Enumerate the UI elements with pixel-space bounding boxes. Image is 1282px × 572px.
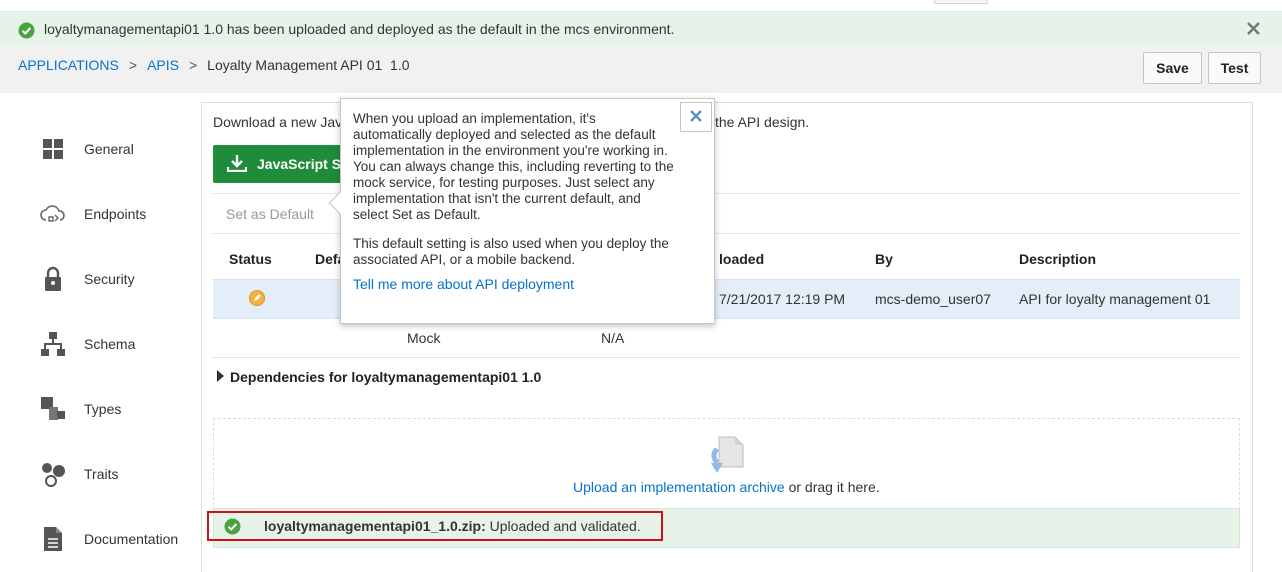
popup-paragraph: When you upload an implementation, it's … [353, 111, 674, 222]
download-text-start: Download a new Jav [213, 114, 343, 130]
upload-file-icon [707, 435, 747, 478]
upload-status: Uploaded and validated. [489, 518, 641, 534]
breadcrumb-separator: > [188, 57, 198, 73]
sidebar-item-label: General [84, 141, 134, 157]
banner-message: loyaltymanagementapi01 1.0 has been uplo… [44, 21, 675, 37]
uploaded-cell: N/A [601, 330, 625, 346]
uploaded-file-name: loyaltymanagementapi01_1.0.zip: [264, 518, 486, 534]
success-banner: loyaltymanagementapi01 1.0 has been uplo… [0, 12, 1282, 46]
traits-icon [40, 461, 66, 487]
sidebar-item-label: Schema [84, 336, 136, 352]
top-tab[interactable] [934, 0, 988, 4]
grid-icon [40, 136, 66, 162]
download-description: Download a new Jav the API design. [213, 114, 809, 130]
info-popup: When you upload an implementation, it's … [328, 98, 715, 324]
breadcrumb-apis[interactable]: APIS [147, 57, 179, 73]
learn-more-link[interactable]: Tell me more about API deployment [353, 276, 574, 292]
sidebar-item-endpoints[interactable]: Endpoints [40, 199, 146, 229]
sidebar-item-label: Security [84, 271, 135, 287]
column-header-status: Status [229, 251, 272, 267]
types-icon [40, 396, 66, 422]
sidebar-item-types[interactable]: Types [40, 394, 121, 424]
breadcrumb-applications[interactable]: APPLICATIONS [18, 57, 119, 73]
description-cell: API for loyalty management 01 [1019, 291, 1211, 307]
lock-icon [40, 266, 66, 292]
breadcrumb-current: Loyalty Management API 01 1.0 [207, 57, 410, 73]
check-circle-icon [224, 518, 241, 538]
sidebar-item-general[interactable]: General [40, 134, 134, 164]
sidebar-item-label: Types [84, 401, 122, 417]
uploaded-cell: 7/21/2017 12:19 PM [719, 291, 846, 307]
download-icon [226, 154, 248, 175]
upload-instructions: Upload an implementation archive or drag… [573, 479, 880, 495]
top-strip [0, 0, 1282, 12]
cloud-icon [40, 201, 66, 227]
javascript-scaffold-button[interactable]: JavaScript S [213, 145, 348, 183]
column-header-by: By [875, 251, 893, 267]
column-header-uploaded: loaded [719, 251, 765, 267]
triangle-right-icon [216, 369, 224, 385]
upload-success-message: loyaltymanagementapi01_1.0.zip: Uploaded… [264, 518, 641, 534]
divider [213, 357, 1240, 358]
upload-suffix: or drag it here. [784, 479, 880, 495]
javascript-scaffold-label: JavaScript S [257, 156, 342, 172]
check-circle-icon [18, 22, 35, 42]
upload-archive-link[interactable]: Upload an implementation archive [573, 479, 785, 495]
sidebar-item-documentation[interactable]: Documentation [40, 524, 178, 554]
popup-close-button[interactable] [680, 102, 712, 132]
sidebar-item-label: Documentation [84, 531, 179, 547]
sidebar-item-label: Traits [84, 466, 119, 482]
dependencies-label: Dependencies for loyaltymanagementapi01 … [230, 369, 542, 385]
dependencies-toggle[interactable]: Dependencies for loyaltymanagementapi01 … [216, 369, 541, 385]
popup-paragraph: This default setting is also used when y… [353, 236, 669, 267]
document-icon [40, 526, 66, 552]
breadcrumb-separator: > [128, 57, 138, 73]
download-text-end: the API design. [715, 114, 810, 130]
sidebar-item-label: Endpoints [84, 206, 147, 222]
save-button[interactable]: Save [1143, 52, 1202, 84]
sidebar-item-schema[interactable]: Schema [40, 329, 135, 359]
version-cell: Mock [407, 330, 441, 346]
sidebar-item-traits[interactable]: Traits [40, 459, 118, 489]
hierarchy-icon [40, 331, 66, 357]
page-header: APPLICATIONS > APIS > Loyalty Management… [0, 46, 1282, 93]
by-cell: mcs-demo_user07 [875, 291, 991, 307]
set-as-default-button[interactable]: Set as Default [226, 206, 314, 222]
close-icon [689, 109, 703, 126]
test-button[interactable]: Test [1208, 52, 1261, 84]
breadcrumb: APPLICATIONS > APIS > Loyalty Management… [18, 57, 410, 73]
sidebar-item-security[interactable]: Security [40, 264, 135, 294]
column-header-description: Description [1019, 251, 1097, 267]
close-icon[interactable] [1246, 21, 1261, 39]
pencil-status-icon [248, 289, 266, 310]
